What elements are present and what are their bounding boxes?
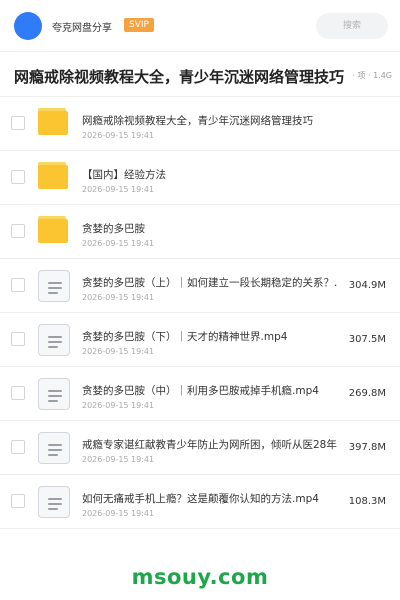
folder-icon	[38, 162, 70, 194]
file-name: 贪婪的多巴胺（上）｜如何建立一段长期稳定的关系？.mp4	[82, 277, 337, 289]
file-date: 2026-09-15 19:41	[82, 401, 155, 410]
file-name: 网瘾戒除视频教程大全，青少年沉迷网络管理技巧	[82, 115, 313, 127]
file-name: 【国内】经验方法	[82, 169, 166, 181]
folder-icon	[38, 108, 70, 140]
document-icon	[38, 324, 70, 356]
document-icon	[38, 378, 70, 410]
file-name: 贪婪的多巴胺	[82, 223, 145, 235]
file-name: 如何无痛戒手机上瘾？这是颠覆你认知的方法.mp4	[82, 493, 319, 505]
document-icon	[38, 486, 70, 518]
file-date: 2026-09-15 19:41	[82, 239, 155, 248]
file-size: 304.9M	[348, 280, 386, 291]
file-date: 2026-09-15 19:41	[82, 131, 155, 140]
select-checkbox[interactable]	[11, 440, 25, 454]
folder-meta: · 项 · 1.4G	[352, 71, 392, 80]
select-checkbox[interactable]	[11, 170, 25, 184]
select-checkbox[interactable]	[11, 386, 25, 400]
top-bar: 夸克网盘分享 SVIP 搜索	[0, 0, 400, 52]
file-date: 2026-09-15 19:41	[82, 185, 155, 194]
list-item[interactable]: 贪婪的多巴胺 2026-09-15 19:41	[0, 205, 400, 259]
file-size: 307.5M	[348, 334, 386, 345]
avatar[interactable]	[14, 12, 42, 40]
select-checkbox[interactable]	[11, 116, 25, 130]
document-icon	[38, 270, 70, 302]
file-name: 贪婪的多巴胺（下）｜天才的精神世界.mp4	[82, 331, 288, 343]
select-checkbox[interactable]	[11, 494, 25, 508]
list-item[interactable]: 贪婪的多巴胺（中）｜利用多巴胺戒掉手机瘾.mp4 2026-09-15 19:4…	[0, 367, 400, 421]
select-checkbox[interactable]	[11, 332, 25, 346]
search-input[interactable]: 搜索	[316, 13, 388, 39]
list-item[interactable]: 贪婪的多巴胺（下）｜天才的精神世界.mp4 2026-09-15 19:41 3…	[0, 313, 400, 367]
list-item[interactable]: 如何无痛戒手机上瘾？这是颠覆你认知的方法.mp4 2026-09-15 19:4…	[0, 475, 400, 529]
select-checkbox[interactable]	[11, 224, 25, 238]
list-item[interactable]: 网瘾戒除视频教程大全，青少年沉迷网络管理技巧 2026-09-15 19:41	[0, 97, 400, 151]
folder-header: 网瘾戒除视频教程大全，青少年沉迷网络管理技巧 · 项 · 1.4G	[0, 53, 400, 97]
file-list: 网瘾戒除视频教程大全，青少年沉迷网络管理技巧 2026-09-15 19:41 …	[0, 97, 400, 529]
file-date: 2026-09-15 19:41	[82, 293, 155, 302]
share-name: 夸克网盘分享	[52, 23, 112, 34]
watermark: msouy.com	[131, 565, 269, 589]
file-date: 2026-09-15 19:41	[82, 509, 155, 518]
file-size: 397.8M	[348, 442, 386, 453]
list-item[interactable]: 贪婪的多巴胺（上）｜如何建立一段长期稳定的关系？.mp4 2026-09-15 …	[0, 259, 400, 313]
select-checkbox[interactable]	[11, 278, 25, 292]
list-item[interactable]: 【国内】经验方法 2026-09-15 19:41	[0, 151, 400, 205]
file-date: 2026-09-15 19:41	[82, 347, 155, 356]
file-name: 戒瘾专家谌红献教青少年防止为网所困，倾听从医28年经验.mp4	[82, 439, 337, 451]
list-item[interactable]: 戒瘾专家谌红献教青少年防止为网所困，倾听从医28年经验.mp4 2026-09-…	[0, 421, 400, 475]
document-icon	[38, 432, 70, 464]
file-size: 269.8M	[348, 388, 386, 399]
svip-badge: SVIP	[124, 18, 154, 32]
file-size: 108.3M	[348, 496, 386, 507]
page-title: 网瘾戒除视频教程大全，青少年沉迷网络管理技巧	[14, 68, 345, 86]
folder-icon	[38, 216, 70, 248]
file-name: 贪婪的多巴胺（中）｜利用多巴胺戒掉手机瘾.mp4	[82, 385, 319, 397]
file-date: 2026-09-15 19:41	[82, 455, 155, 464]
